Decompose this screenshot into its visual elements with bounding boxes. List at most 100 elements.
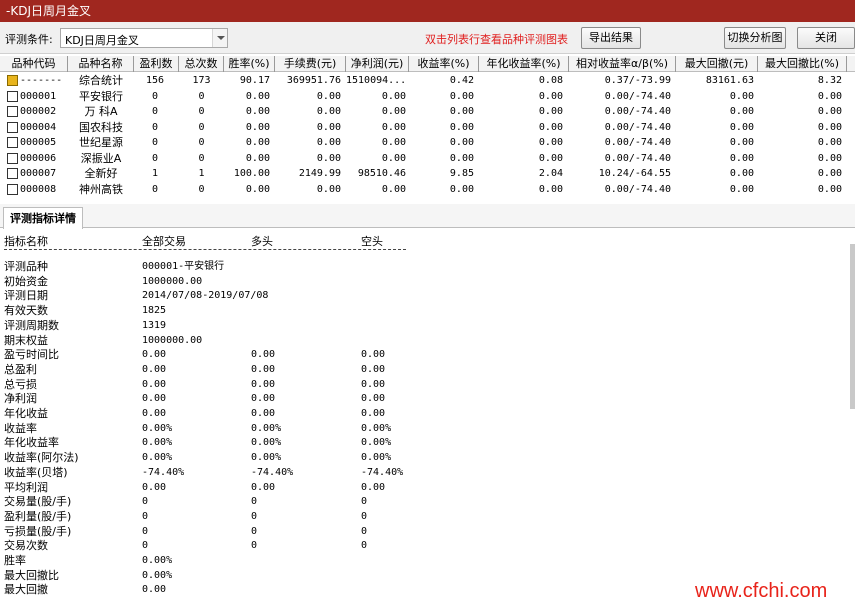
cell-fee: 369951.76 <box>286 75 341 86</box>
cell-ret: 0.00 <box>449 152 474 164</box>
metric-name: 收益率(贝塔) <box>4 465 68 479</box>
detail-row: 期末权益 1000000.00 <box>0 334 850 349</box>
detail-row: 评测日期 2014/07/08-2019/07/08 <box>0 289 850 304</box>
cell-profit: 0.00 <box>381 152 406 164</box>
cell-rel: 0.00/-74.40 <box>604 121 671 133</box>
summary-icon <box>7 75 18 86</box>
table-row[interactable]: 000002 万 科A 0 0 0.00 0.00 0.00 0.00 0.00 0.00/-74… <box>0 104 855 120</box>
cell-ret: 0.00 <box>449 90 474 102</box>
metric-name: 盈利量(股/手) <box>4 509 72 523</box>
metric-name: 总亏损 <box>4 377 37 391</box>
metric-value: 000001-平安银行 <box>142 261 225 272</box>
cell-ret: 0.00 <box>449 183 474 195</box>
cell-total: 0 <box>198 106 205 117</box>
cell-profit: 1510094... <box>346 75 406 86</box>
cell-name: 全新好 <box>84 167 118 180</box>
cell-maxdd: 83161.63 <box>705 75 754 86</box>
metric-value: 0.00 <box>251 408 276 419</box>
close-button[interactable]: 关闭 <box>797 27 855 49</box>
cell-annual: 2.04 <box>538 168 563 179</box>
column-header[interactable]: 胜率(%) <box>224 56 275 72</box>
table-row[interactable]: ------- 综合统计 156 173 90.17 369951.76 1510094..… <box>0 73 855 89</box>
metric-value: -74.40% <box>361 466 404 478</box>
scrollbar[interactable] <box>850 244 855 409</box>
cell-rel: 10.24/-64.55 <box>598 168 671 179</box>
column-header[interactable]: 最大回撤比(%) <box>758 56 847 72</box>
cell-code: ------- <box>20 75 63 86</box>
cell-profit: 0.00 <box>381 121 406 133</box>
cell-profit: 0.00 <box>381 183 406 195</box>
detail-row: 交易量(股/手) 0 0 0 <box>0 495 850 510</box>
tab-detail[interactable]: 评测指标详情 <box>3 207 83 229</box>
cell-profit: 98510.46 <box>357 168 406 179</box>
metric-value: 0 <box>251 525 258 537</box>
cell-fee: 0.00 <box>316 121 341 133</box>
cell-annual: 0.00 <box>538 137 563 148</box>
metric-name: 平均利润 <box>4 480 48 494</box>
table-row[interactable]: 000008 神州高铁 0 0 0.00 0.00 0.00 0.00 0.00 0.00/-74… <box>0 182 855 198</box>
switch-chart-button[interactable]: 切换分析图 <box>724 27 786 49</box>
cell-fee: 0.00 <box>316 183 341 195</box>
metric-value: 0.00 <box>142 408 167 419</box>
cell-ret: 0.00 <box>449 106 474 117</box>
column-header[interactable]: 相对收益率α/β(%) <box>569 56 676 72</box>
condition-value: KDJ日周月金叉 <box>65 34 139 47</box>
metric-value: 0.00 <box>251 393 276 405</box>
column-header[interactable]: 最大回撤(元) <box>676 56 758 72</box>
cell-total: 0 <box>198 121 205 133</box>
cell-total: 173 <box>192 75 211 86</box>
table-row[interactable]: 000007 全新好 1 1 100.00 2149.99 98510.46 9.85 2.04… <box>0 166 855 182</box>
cell-rate: 0.00 <box>245 152 270 164</box>
cell-name: 神州高铁 <box>79 182 123 196</box>
metric-value: 1000000.00 <box>142 334 203 346</box>
watermark: www.cfchi.com <box>695 580 828 601</box>
detail-row: 胜率 0.00% <box>0 554 850 569</box>
condition-select[interactable]: KDJ日周月金叉 <box>60 28 228 48</box>
metric-value: 0 <box>142 525 149 537</box>
cell-annual: 0.00 <box>538 90 563 102</box>
metric-name: 总盈利 <box>4 362 37 376</box>
column-header[interactable]: 收益率(%) <box>409 56 479 72</box>
detail-row: 初始资金 1000000.00 <box>0 275 850 290</box>
column-header[interactable]: 总次数 <box>179 56 224 72</box>
cell-code: 000007 <box>20 168 57 179</box>
chevron-down-icon[interactable] <box>212 29 227 47</box>
metric-value: -74.40% <box>142 466 185 478</box>
cell-ddratio: 0.00 <box>817 137 842 148</box>
metric-value: 0.00 <box>251 378 276 390</box>
cell-ddratio: 0.00 <box>817 90 842 102</box>
metric-value: 0.00 <box>142 363 167 375</box>
toolbar: 评测条件: KDJ日周月金叉 双击列表行查看品种评测图表 导出结果 切换分析图 … <box>0 22 855 54</box>
column-header[interactable]: 年化收益率(%) <box>479 56 569 72</box>
metric-name: 评测品种 <box>4 260 48 273</box>
table-row[interactable]: 000005 世纪星源 0 0 0.00 0.00 0.00 0.00 0.00 0.00/-74… <box>0 135 855 151</box>
doc-icon <box>7 137 18 148</box>
table-row[interactable]: 000004 国农科技 0 0 0.00 0.00 0.00 0.00 0.00 0.00/-74… <box>0 120 855 136</box>
cell-win: 0 <box>151 137 159 148</box>
column-header[interactable]: 手续费(元) <box>275 56 346 72</box>
table-row[interactable]: 000001 平安银行 0 0 0.00 0.00 0.00 0.00 0.00 0.00/-74… <box>0 89 855 105</box>
cell-rate: 0.00 <box>245 90 270 102</box>
metric-value: 0.00 <box>142 378 167 390</box>
detail-row: 收益率 0.00% 0.00% 0.00% <box>0 422 850 437</box>
detail-row: 有效天数 1825 <box>0 304 850 319</box>
detail-col-short: 空头 <box>361 235 383 248</box>
cell-ret: 0.00 <box>449 121 474 133</box>
metric-value: 0.00 <box>251 481 276 493</box>
table-row[interactable]: 000006 深振业A 0 0 0.00 0.00 0.00 0.00 0.00 0.00/-74… <box>0 151 855 167</box>
metric-value: 0 <box>361 540 368 552</box>
detail-row: 盈亏时间比 0.00 0.00 0.00 <box>0 348 850 363</box>
column-header[interactable]: 品种名称 <box>68 56 134 72</box>
export-button[interactable]: 导出结果 <box>581 27 641 49</box>
cell-code: 000001 <box>20 90 57 102</box>
metric-value: 0.00% <box>251 422 282 434</box>
cell-ddratio: 0.00 <box>817 106 842 117</box>
results-table: 品种代码 品种名称 盈利数 总次数 胜率(%) 手续费(元) 净利润(元) 收益… <box>0 56 855 198</box>
column-header[interactable]: 盈利数 <box>134 56 179 72</box>
cell-win: 156 <box>145 75 165 86</box>
column-header[interactable]: 品种代码 <box>0 56 68 72</box>
column-header[interactable]: 净利润(元) <box>346 56 409 72</box>
cell-win: 0 <box>151 90 159 102</box>
doc-icon <box>7 90 18 102</box>
cell-rate: 90.17 <box>239 75 270 86</box>
